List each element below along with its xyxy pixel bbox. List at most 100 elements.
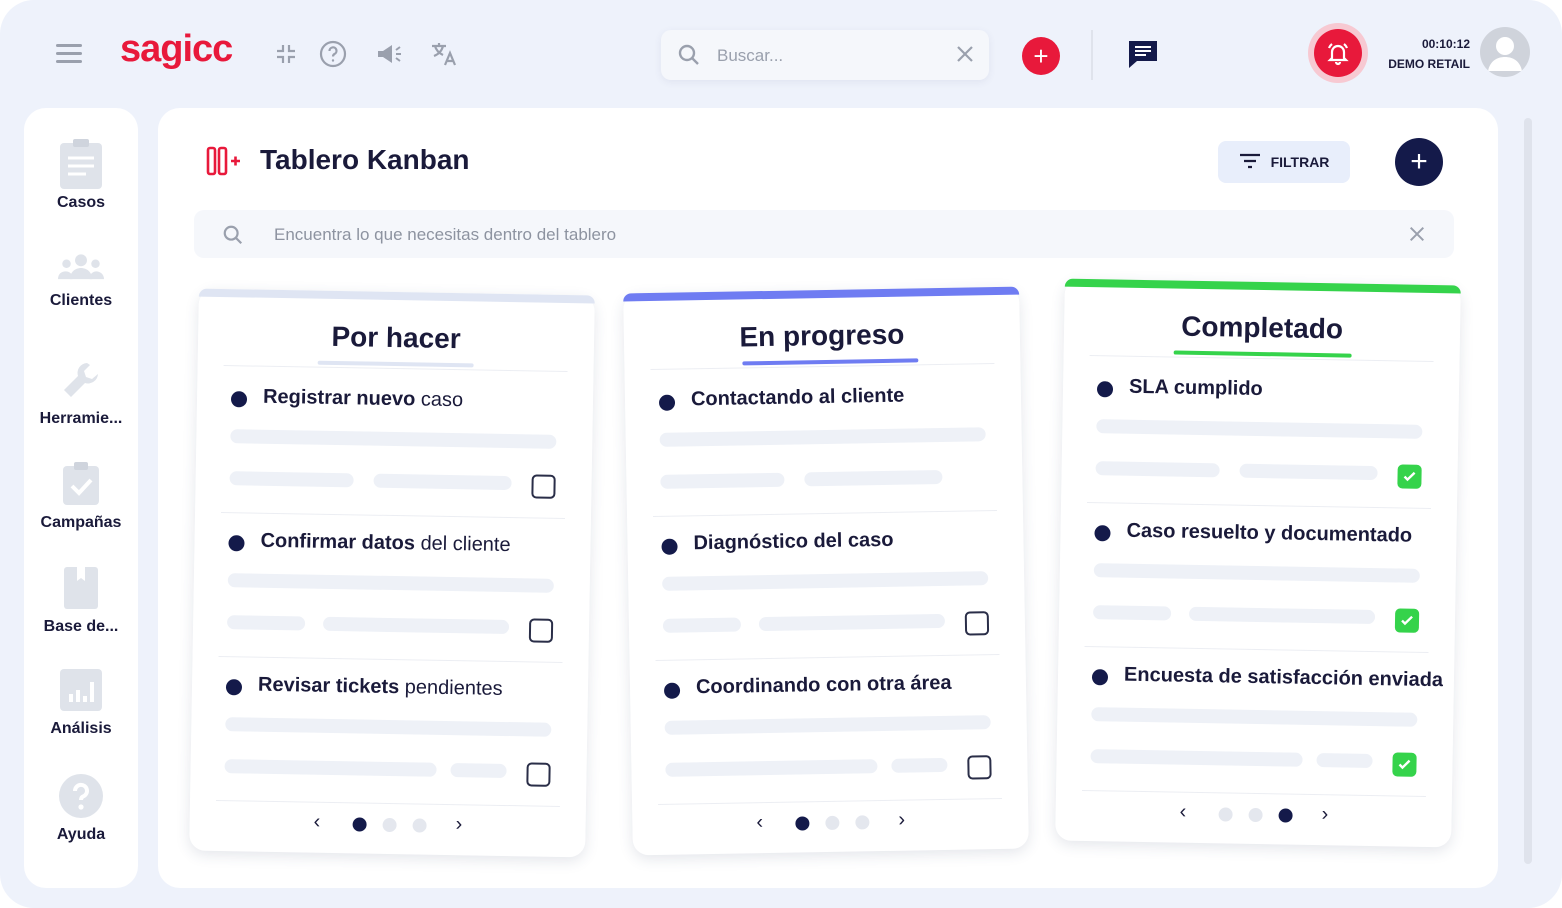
menu-icon[interactable] [56, 44, 82, 64]
task-checkbox[interactable] [1394, 608, 1420, 633]
column-title: En progreso [739, 318, 905, 353]
page-dot-1[interactable] [352, 817, 367, 832]
add-card-button[interactable]: + [1395, 138, 1443, 186]
kanban-column-done: Completado SLA cumplido Caso resuelto y … [1055, 278, 1461, 848]
page-dot-3[interactable] [412, 818, 427, 833]
prev-page-icon[interactable]: ‹ [1179, 801, 1186, 824]
chat-icon[interactable] [1126, 37, 1160, 76]
page-dot-3[interactable] [855, 815, 870, 830]
global-search[interactable] [661, 30, 989, 80]
task-checkbox[interactable] [964, 611, 990, 636]
page-dot-1[interactable] [795, 816, 810, 831]
page-dot-2[interactable] [382, 817, 397, 833]
megaphone-icon[interactable] [373, 38, 405, 70]
column-accent [1064, 278, 1461, 294]
kanban-icon [206, 146, 242, 181]
sidebar-label: Herramie... [39, 410, 123, 427]
page-dot-3[interactable] [1278, 808, 1293, 823]
sidebar-item-casos[interactable]: Casos [24, 138, 138, 212]
check-icon [1403, 471, 1416, 482]
task-card[interactable]: SLA cumplido [1087, 363, 1433, 510]
task-checkbox[interactable] [1397, 464, 1422, 489]
task-title: Registrar nuevo caso [262, 385, 464, 412]
task-card[interactable]: Coordinando con otra área [656, 659, 1003, 805]
session-timer: 00:10:12 DEMO RETAIL [1376, 34, 1470, 74]
main-panel: Tablero Kanban FILTRAR + Por hacer [158, 108, 1498, 888]
task-card[interactable]: Revisar tickets pendientes [215, 661, 562, 807]
help-icon[interactable] [317, 38, 349, 70]
next-page-icon[interactable]: › [455, 813, 462, 836]
sidebar-label: Clientes [49, 292, 113, 309]
collapse-icon[interactable] [270, 38, 302, 70]
bell-icon [1314, 29, 1362, 77]
search-icon [222, 224, 244, 251]
task-card[interactable]: Diagnóstico del caso [653, 515, 1000, 661]
timer-value: 00:10:12 [1421, 37, 1470, 51]
search-icon [677, 43, 701, 72]
sidebar-item-ayuda[interactable]: Ayuda [24, 770, 138, 844]
bullet [663, 682, 681, 699]
filter-label: FILTRAR [1270, 154, 1330, 170]
task-checkbox[interactable] [528, 618, 554, 643]
pagination: ‹ › [189, 809, 585, 840]
notifications-button[interactable] [1308, 23, 1368, 83]
task-card[interactable]: Caso resuelto y documentado [1084, 507, 1431, 653]
task-title: SLA cumplido [1128, 375, 1263, 401]
task-checkbox[interactable] [526, 762, 551, 787]
task-card[interactable]: Confirmar datos del cliente [218, 517, 565, 663]
sidebar-item-campanas[interactable]: Campañas [24, 458, 138, 532]
sidebar-item-clientes[interactable]: Clientes [24, 248, 138, 310]
sidebar-item-herramientas[interactable]: Herramie... [24, 354, 138, 428]
translate-icon[interactable] [428, 38, 460, 70]
task-card[interactable]: Registrar nuevo caso [221, 373, 567, 520]
clear-board-search-icon[interactable] [1408, 225, 1426, 248]
bullet [658, 394, 676, 411]
search-input[interactable] [715, 41, 939, 71]
column-title: Completado [1180, 310, 1344, 345]
page-title: Tablero Kanban [260, 144, 470, 175]
task-checkbox[interactable] [1392, 752, 1417, 777]
wrench-icon [58, 354, 104, 406]
checklist-icon [58, 458, 104, 510]
app-logo[interactable]: sagicc [120, 28, 233, 71]
task-checkbox[interactable] [531, 474, 556, 499]
task-title: Diagnóstico del caso [693, 528, 894, 555]
sidebar-label: Campañas [40, 514, 122, 531]
prev-page-icon[interactable]: ‹ [313, 811, 320, 834]
sidebar-item-base-de-conocimiento[interactable]: Base de... [24, 562, 138, 636]
column-divider [650, 363, 995, 371]
task-title: Encuesta de satisfacción enviada [1123, 663, 1444, 692]
avatar-icon[interactable] [1480, 27, 1530, 77]
task-card[interactable]: Encuesta de satisfacción enviada [1081, 651, 1443, 797]
kanban-column-in-progress: En progreso Contactando al cliente Diagn… [623, 286, 1029, 856]
sidebar-label: Base de... [43, 618, 119, 635]
task-checkbox[interactable] [967, 755, 992, 780]
clear-search-icon[interactable] [955, 44, 975, 69]
filter-button[interactable]: FILTRAR [1218, 141, 1350, 183]
pagination: ‹ › [632, 807, 1028, 838]
sidebar: Casos Clientes Herramie... Campañas Base… [24, 108, 138, 888]
prev-page-icon[interactable]: ‹ [756, 811, 763, 834]
board-search-input[interactable] [272, 222, 1276, 248]
page-dot-2[interactable] [825, 815, 840, 831]
pagination: ‹ › [1055, 799, 1451, 830]
sidebar-item-analisis[interactable]: Análisis [24, 664, 138, 738]
task-title: Revisar tickets pendientes [257, 673, 503, 700]
task-card[interactable]: Contactando al cliente [651, 371, 997, 518]
bullet [230, 391, 248, 408]
quick-add-button[interactable]: + [1022, 37, 1060, 75]
page-dot-1[interactable] [1218, 807, 1233, 822]
column-divider [1089, 355, 1434, 363]
sidebar-label: Casos [56, 194, 106, 211]
next-page-icon[interactable]: › [1321, 803, 1328, 826]
board-search[interactable] [194, 210, 1454, 258]
next-page-icon[interactable]: › [898, 809, 905, 832]
page-scrollbar[interactable] [1524, 118, 1532, 864]
bullet [1096, 381, 1114, 398]
task-title: Caso resuelto y documentado [1126, 519, 1413, 547]
page-dot-2[interactable] [1248, 807, 1263, 823]
bullet [661, 538, 678, 555]
column-accent [198, 288, 595, 304]
users-icon [58, 248, 104, 288]
task-title: Contactando al cliente [690, 384, 905, 411]
